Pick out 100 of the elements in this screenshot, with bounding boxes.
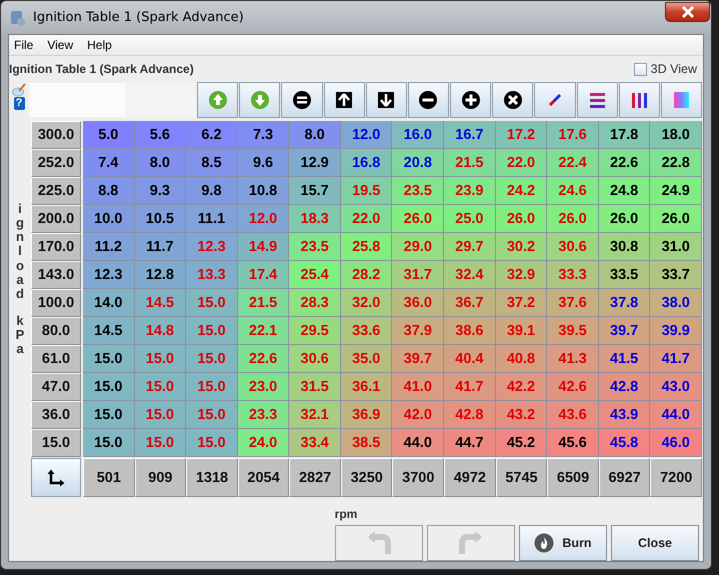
table-cell[interactable]: 30.6 bbox=[289, 345, 341, 373]
table-cell[interactable]: 25.8 bbox=[340, 233, 392, 261]
table-cell[interactable]: 31.7 bbox=[392, 261, 444, 289]
load-axis-cell[interactable]: 61.0 bbox=[31, 345, 81, 373]
table-cell[interactable]: 39.7 bbox=[598, 317, 650, 345]
table-cell[interactable]: 25.0 bbox=[444, 205, 496, 233]
table-cell[interactable]: 10.8 bbox=[238, 177, 290, 205]
table-cell[interactable]: 19.5 bbox=[340, 177, 392, 205]
rpm-axis-cell[interactable]: 3250 bbox=[340, 458, 392, 497]
table-cell[interactable]: 9.3 bbox=[134, 177, 186, 205]
table-cell[interactable]: 35.0 bbox=[340, 345, 392, 373]
menu-item[interactable]: Help bbox=[87, 38, 112, 52]
table-cell[interactable]: 40.8 bbox=[496, 345, 548, 373]
toolbar-button[interactable] bbox=[408, 82, 450, 118]
table-cell[interactable]: 36.9 bbox=[340, 401, 392, 429]
table-cell[interactable]: 30.6 bbox=[547, 233, 599, 261]
table-cell[interactable]: 29.7 bbox=[444, 233, 496, 261]
table-cell[interactable]: 45.8 bbox=[598, 429, 650, 457]
table-cell[interactable]: 23.3 bbox=[238, 401, 290, 429]
table-cell[interactable]: 28.2 bbox=[340, 261, 392, 289]
table-cell[interactable]: 15.0 bbox=[83, 345, 135, 373]
toolbar-button[interactable] bbox=[366, 82, 407, 118]
table-cell[interactable]: 39.7 bbox=[392, 345, 444, 373]
table-cell[interactable]: 37.9 bbox=[392, 317, 444, 345]
table-cell[interactable]: 37.2 bbox=[496, 289, 548, 317]
table-cell[interactable]: 31.5 bbox=[289, 373, 341, 401]
table-cell[interactable]: 22.8 bbox=[650, 149, 702, 177]
table-cell[interactable]: 14.8 bbox=[134, 317, 186, 345]
menu-item[interactable]: View bbox=[47, 38, 74, 52]
table-cell[interactable]: 17.8 bbox=[598, 121, 650, 149]
table-cell[interactable]: 9.8 bbox=[186, 177, 238, 205]
table-cell[interactable]: 11.2 bbox=[83, 233, 135, 261]
table-cell[interactable]: 15.7 bbox=[289, 177, 341, 205]
table-cell[interactable]: 8.0 bbox=[289, 121, 341, 149]
table-cell[interactable]: 9.6 bbox=[238, 149, 290, 177]
table-cell[interactable]: 17.4 bbox=[238, 261, 290, 289]
close-button[interactable] bbox=[665, 2, 710, 22]
table-cell[interactable]: 11.1 bbox=[186, 205, 238, 233]
load-axis-cell[interactable]: 15.0 bbox=[31, 429, 81, 457]
table-cell[interactable]: 33.4 bbox=[289, 429, 341, 457]
load-axis-cell[interactable]: 170.0 bbox=[31, 233, 81, 261]
table-cell[interactable]: 33.3 bbox=[547, 261, 599, 289]
load-axis-cell[interactable]: 225.0 bbox=[31, 177, 81, 205]
table-cell[interactable]: 15.0 bbox=[134, 345, 186, 373]
table-cell[interactable]: 36.1 bbox=[340, 373, 392, 401]
rpm-axis-cell[interactable]: 501 bbox=[83, 458, 135, 497]
table-cell[interactable]: 15.0 bbox=[186, 373, 238, 401]
rpm-axis-cell[interactable]: 2054 bbox=[238, 458, 290, 497]
rpm-axis-cell[interactable]: 3700 bbox=[392, 458, 444, 497]
load-axis-cell[interactable]: 100.0 bbox=[31, 289, 81, 317]
table-cell[interactable]: 30.2 bbox=[496, 233, 548, 261]
table-cell[interactable]: 12.9 bbox=[289, 149, 341, 177]
table-cell[interactable]: 12.8 bbox=[134, 261, 186, 289]
table-cell[interactable]: 17.2 bbox=[496, 121, 548, 149]
table-cell[interactable]: 26.0 bbox=[496, 205, 548, 233]
toolbar-button[interactable] bbox=[324, 82, 365, 118]
table-cell[interactable]: 26.0 bbox=[392, 205, 444, 233]
table-cell[interactable]: 18.0 bbox=[650, 121, 702, 149]
load-axis-cell[interactable]: 200.0 bbox=[31, 205, 81, 233]
table-cell[interactable]: 41.7 bbox=[650, 345, 702, 373]
load-axis-cell[interactable]: 80.0 bbox=[31, 317, 81, 345]
table-cell[interactable]: 28.3 bbox=[289, 289, 341, 317]
table-cell[interactable]: 29.0 bbox=[392, 233, 444, 261]
table-cell[interactable]: 8.8 bbox=[83, 177, 135, 205]
table-cell[interactable]: 42.0 bbox=[392, 401, 444, 429]
rpm-axis-cell[interactable]: 6509 bbox=[547, 458, 599, 497]
table-cell[interactable]: 41.3 bbox=[547, 345, 599, 373]
toolbar-button[interactable] bbox=[618, 82, 660, 118]
table-cell[interactable]: 14.9 bbox=[238, 233, 290, 261]
rpm-axis-cell[interactable]: 2827 bbox=[289, 458, 341, 497]
table-cell[interactable]: 38.0 bbox=[650, 289, 702, 317]
table-cell[interactable]: 15.0 bbox=[83, 373, 135, 401]
rpm-axis-cell[interactable]: 5745 bbox=[496, 458, 548, 497]
table-cell[interactable]: 14.5 bbox=[134, 289, 186, 317]
table-cell[interactable]: 5.0 bbox=[83, 121, 135, 149]
table-cell[interactable]: 12.3 bbox=[83, 261, 135, 289]
rpm-axis-cell[interactable]: 7200 bbox=[650, 458, 702, 497]
edit-note-icon[interactable] bbox=[12, 83, 26, 97]
table-cell[interactable]: 44.0 bbox=[392, 429, 444, 457]
table-cell[interactable]: 42.6 bbox=[547, 373, 599, 401]
table-cell[interactable]: 26.0 bbox=[598, 205, 650, 233]
table-cell[interactable]: 33.7 bbox=[650, 261, 702, 289]
table-cell[interactable]: 38.6 bbox=[444, 317, 496, 345]
table-cell[interactable]: 15.0 bbox=[186, 317, 238, 345]
table-cell[interactable]: 22.6 bbox=[238, 345, 290, 373]
table-cell[interactable]: 15.0 bbox=[134, 401, 186, 429]
menu-item[interactable]: File bbox=[14, 38, 34, 52]
table-cell[interactable]: 41.5 bbox=[598, 345, 650, 373]
table-cell[interactable]: 36.0 bbox=[392, 289, 444, 317]
table-cell[interactable]: 12.0 bbox=[340, 121, 392, 149]
table-cell[interactable]: 17.6 bbox=[547, 121, 599, 149]
table-cell[interactable]: 43.0 bbox=[650, 373, 702, 401]
load-axis-cell[interactable]: 252.0 bbox=[31, 149, 81, 177]
3d-view-checkbox[interactable]: 3D View bbox=[634, 62, 697, 76]
swap-axes-button[interactable] bbox=[31, 458, 81, 497]
table-cell[interactable]: 18.3 bbox=[289, 205, 341, 233]
table-cell[interactable]: 40.4 bbox=[444, 345, 496, 373]
table-cell[interactable]: 23.0 bbox=[238, 373, 290, 401]
table-cell[interactable]: 14.5 bbox=[83, 317, 135, 345]
table-cell[interactable]: 45.2 bbox=[496, 429, 548, 457]
